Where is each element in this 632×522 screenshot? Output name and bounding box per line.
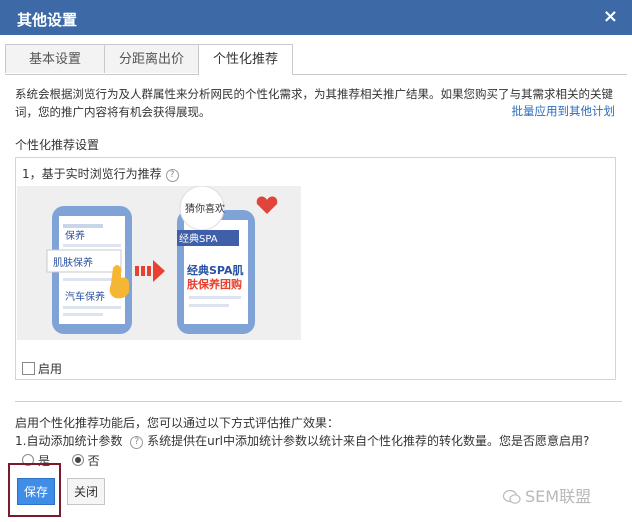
tab-bar: 基本设置 分距离出价 个性化推荐 [5, 44, 627, 75]
evaluation-title: 启用个性化推荐功能后，您可以通过以下方式评估推广效果： [15, 416, 340, 430]
divider [15, 401, 622, 402]
close-icon[interactable]: × [603, 6, 618, 27]
illus-right-result-2: 肤保养团购 [187, 277, 242, 291]
illus-left-item-2: 肌肤保养 [53, 256, 93, 269]
dialog-title: 其他设置 [17, 11, 78, 29]
arrow-right-icon [153, 260, 165, 282]
tab-distance-bid[interactable]: 分距离出价 [104, 44, 199, 73]
evaluation-item: 1.自动添加统计参数 ? 系统提供在url中添加统计参数以统计来自个性化推荐的转… [15, 432, 589, 449]
panel-heading: 1，基于实时浏览行为推荐 [22, 167, 162, 181]
illus-left-item-1: 保养 [65, 229, 85, 242]
batch-apply-link[interactable]: 批量应用到其他计划 [512, 103, 616, 119]
illus-right-result-1: 经典SPA肌 [187, 263, 244, 277]
radio-no-label: 否 [87, 454, 100, 468]
illus-right-item: 经典SPA [179, 232, 218, 245]
heart-icon [256, 196, 278, 214]
enable-row[interactable]: 启用 [22, 360, 62, 377]
enable-checkbox[interactable] [22, 362, 35, 375]
illus-guess-label: 猜你喜欢 [185, 202, 225, 215]
close-button[interactable]: 关闭 [67, 478, 105, 505]
help-icon[interactable]: ? [130, 436, 144, 449]
radio-no[interactable] [71, 454, 84, 466]
evaluation-item-prefix: 1.自动添加统计参数 [15, 434, 123, 448]
section-title: 个性化推荐设置 [15, 138, 100, 152]
wechat-icon [502, 489, 521, 509]
enable-label: 启用 [38, 362, 63, 376]
recommendation-panel: 1，基于实时浏览行为推荐? 保养 肌肤保养 汽车保养 猜你喜欢 经典SPA 经典… [15, 157, 616, 380]
recommendation-illustration: 保养 肌肤保养 汽车保养 猜你喜欢 经典SPA 经典SPA肌 肤保养团购 [17, 185, 301, 340]
watermark-text: SEM联盟 [525, 487, 592, 506]
illustration-graphic: 保养 肌肤保养 汽车保养 猜你喜欢 经典SPA 经典SPA肌 肤保养团购 [46, 185, 278, 334]
dialog-title-bar: 其他设置 × [0, 0, 632, 35]
watermark: SEM联盟 [502, 483, 592, 509]
tab-basic-settings[interactable]: 基本设置 [5, 44, 105, 73]
evaluation-item-text: 系统提供在url中添加统计参数以统计来自个性化推荐的转化数量。您是否愿意启用? [147, 434, 590, 448]
save-button[interactable]: 保存 [17, 478, 55, 505]
help-icon[interactable]: ? [165, 169, 179, 182]
panel-heading-row: 1，基于实时浏览行为推荐? [22, 165, 179, 182]
illus-left-item-3: 汽车保养 [65, 290, 105, 303]
tab-personalized-recommendation[interactable]: 个性化推荐 [198, 44, 293, 75]
